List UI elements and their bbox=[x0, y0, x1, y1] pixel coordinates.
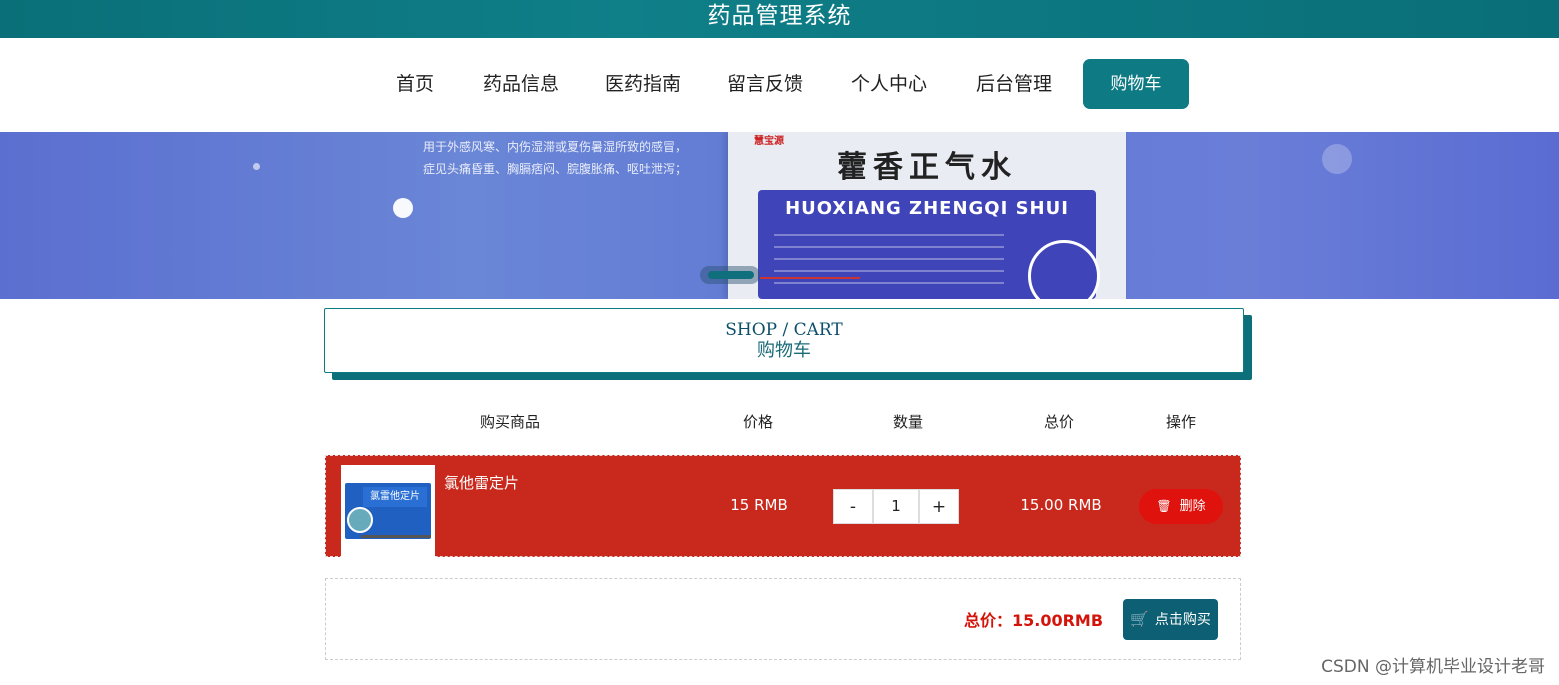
nav-item-feedback[interactable]: 留言反馈 bbox=[714, 59, 816, 109]
buy-label: 点击购买 bbox=[1154, 612, 1211, 628]
nav-item-admin[interactable]: 后台管理 bbox=[963, 59, 1065, 109]
section-title-cn: 购物车 bbox=[757, 340, 811, 361]
flower-decoration bbox=[393, 198, 413, 218]
quantity-input[interactable]: 1 bbox=[873, 489, 919, 524]
package-label: 氯雷他定片 bbox=[363, 487, 427, 507]
column-header-quantity: 数量 bbox=[892, 413, 923, 431]
delete-label: 删除 bbox=[1179, 499, 1206, 514]
nav-item-cart[interactable]: 购物车 bbox=[1083, 59, 1189, 109]
delete-button[interactable]: 🗑 删除 bbox=[1139, 489, 1223, 524]
shop-cart-header: SHOP / CART 购物车 bbox=[324, 308, 1244, 373]
column-header-price: 价格 bbox=[742, 413, 773, 431]
banner-product-name: 藿香正气水 bbox=[837, 150, 1017, 185]
column-header-product: 购买商品 bbox=[479, 413, 540, 431]
banner-text-line: 用于外感风寒、内伤湿滞或夏伤暑湿所致的感冒， bbox=[423, 140, 688, 154]
line-total: 15.00 RMB bbox=[1020, 496, 1102, 514]
product-price: 15 RMB bbox=[730, 496, 788, 514]
nav-item-home[interactable]: 首页 bbox=[383, 59, 447, 109]
banner-text-line: 症见头痛昏重、胸膈痞闷、脘腹胀痛、呕吐泄泻； bbox=[423, 162, 688, 176]
seal-icon bbox=[1028, 240, 1100, 299]
carousel-indicator[interactable] bbox=[700, 266, 760, 284]
decorative-line bbox=[760, 277, 860, 279]
section-title-en: SHOP / CART bbox=[725, 320, 843, 340]
carousel-dot-active[interactable] bbox=[708, 271, 754, 279]
column-header-action: 操作 bbox=[1165, 413, 1196, 431]
nav-item-personal-center[interactable]: 个人中心 bbox=[838, 59, 940, 109]
nav-item-medicine-info[interactable]: 药品信息 bbox=[470, 59, 572, 109]
package-base bbox=[361, 535, 431, 538]
app-title: 药品管理系统 bbox=[707, 3, 852, 29]
product-label-panel: HUOXIANG ZHENGQI SHUI bbox=[758, 190, 1100, 299]
cart-icon: 🛒 bbox=[1130, 610, 1149, 628]
checkout-bar: 总价：15.00RMB 🛒 点击购买 bbox=[325, 578, 1241, 660]
product-thumbnail[interactable]: 氯雷他定片 bbox=[341, 465, 435, 558]
column-header-total: 总价 bbox=[1043, 413, 1074, 431]
banner-description: 用于外感风寒、内伤湿滞或夏伤暑湿所致的感冒， 症见头痛昏重、胸膈痞闷、脘腹胀痛、… bbox=[423, 136, 687, 180]
nav-item-medical-guide[interactable]: 医药指南 bbox=[592, 59, 694, 109]
main-nav: 首页 药品信息 医药指南 留言反馈 个人中心 后台管理 购物车 bbox=[0, 38, 1559, 132]
banner-product-image: 慧宝源 藿香正气水 HUOXIANG ZHENGQI SHUI bbox=[728, 132, 1126, 299]
decrease-quantity-button[interactable]: - bbox=[833, 489, 873, 524]
banner-carousel[interactable]: 用于外感风寒、内伤湿滞或夏伤暑湿所致的感冒， 症见头痛昏重、胸膈痞闷、脘腹胀痛、… bbox=[0, 132, 1559, 299]
buy-button[interactable]: 🛒 点击购买 bbox=[1123, 599, 1218, 640]
watermark: CSDN @计算机毕业设计老哥 bbox=[1321, 657, 1545, 677]
cart-item-row: 氯雷他定片 氯他雷定片 15 RMB - 1 + 15.00 RMB 🗑 删除 bbox=[325, 455, 1241, 558]
banner-product-pinyin: HUOXIANG ZHENGQI SHUI bbox=[785, 198, 1069, 219]
increase-quantity-button[interactable]: + bbox=[919, 489, 959, 524]
product-name[interactable]: 氯他雷定片 bbox=[444, 472, 519, 493]
grand-total: 总价：15.00RMB bbox=[964, 611, 1104, 630]
sparkle-decoration bbox=[253, 163, 260, 170]
product-package: 氯雷他定片 bbox=[345, 483, 431, 539]
trash-icon: 🗑 bbox=[1156, 499, 1172, 513]
sparkle-decoration bbox=[1322, 144, 1352, 174]
top-bar: 药品管理系统 bbox=[0, 0, 1559, 38]
package-disc-icon bbox=[347, 507, 373, 533]
